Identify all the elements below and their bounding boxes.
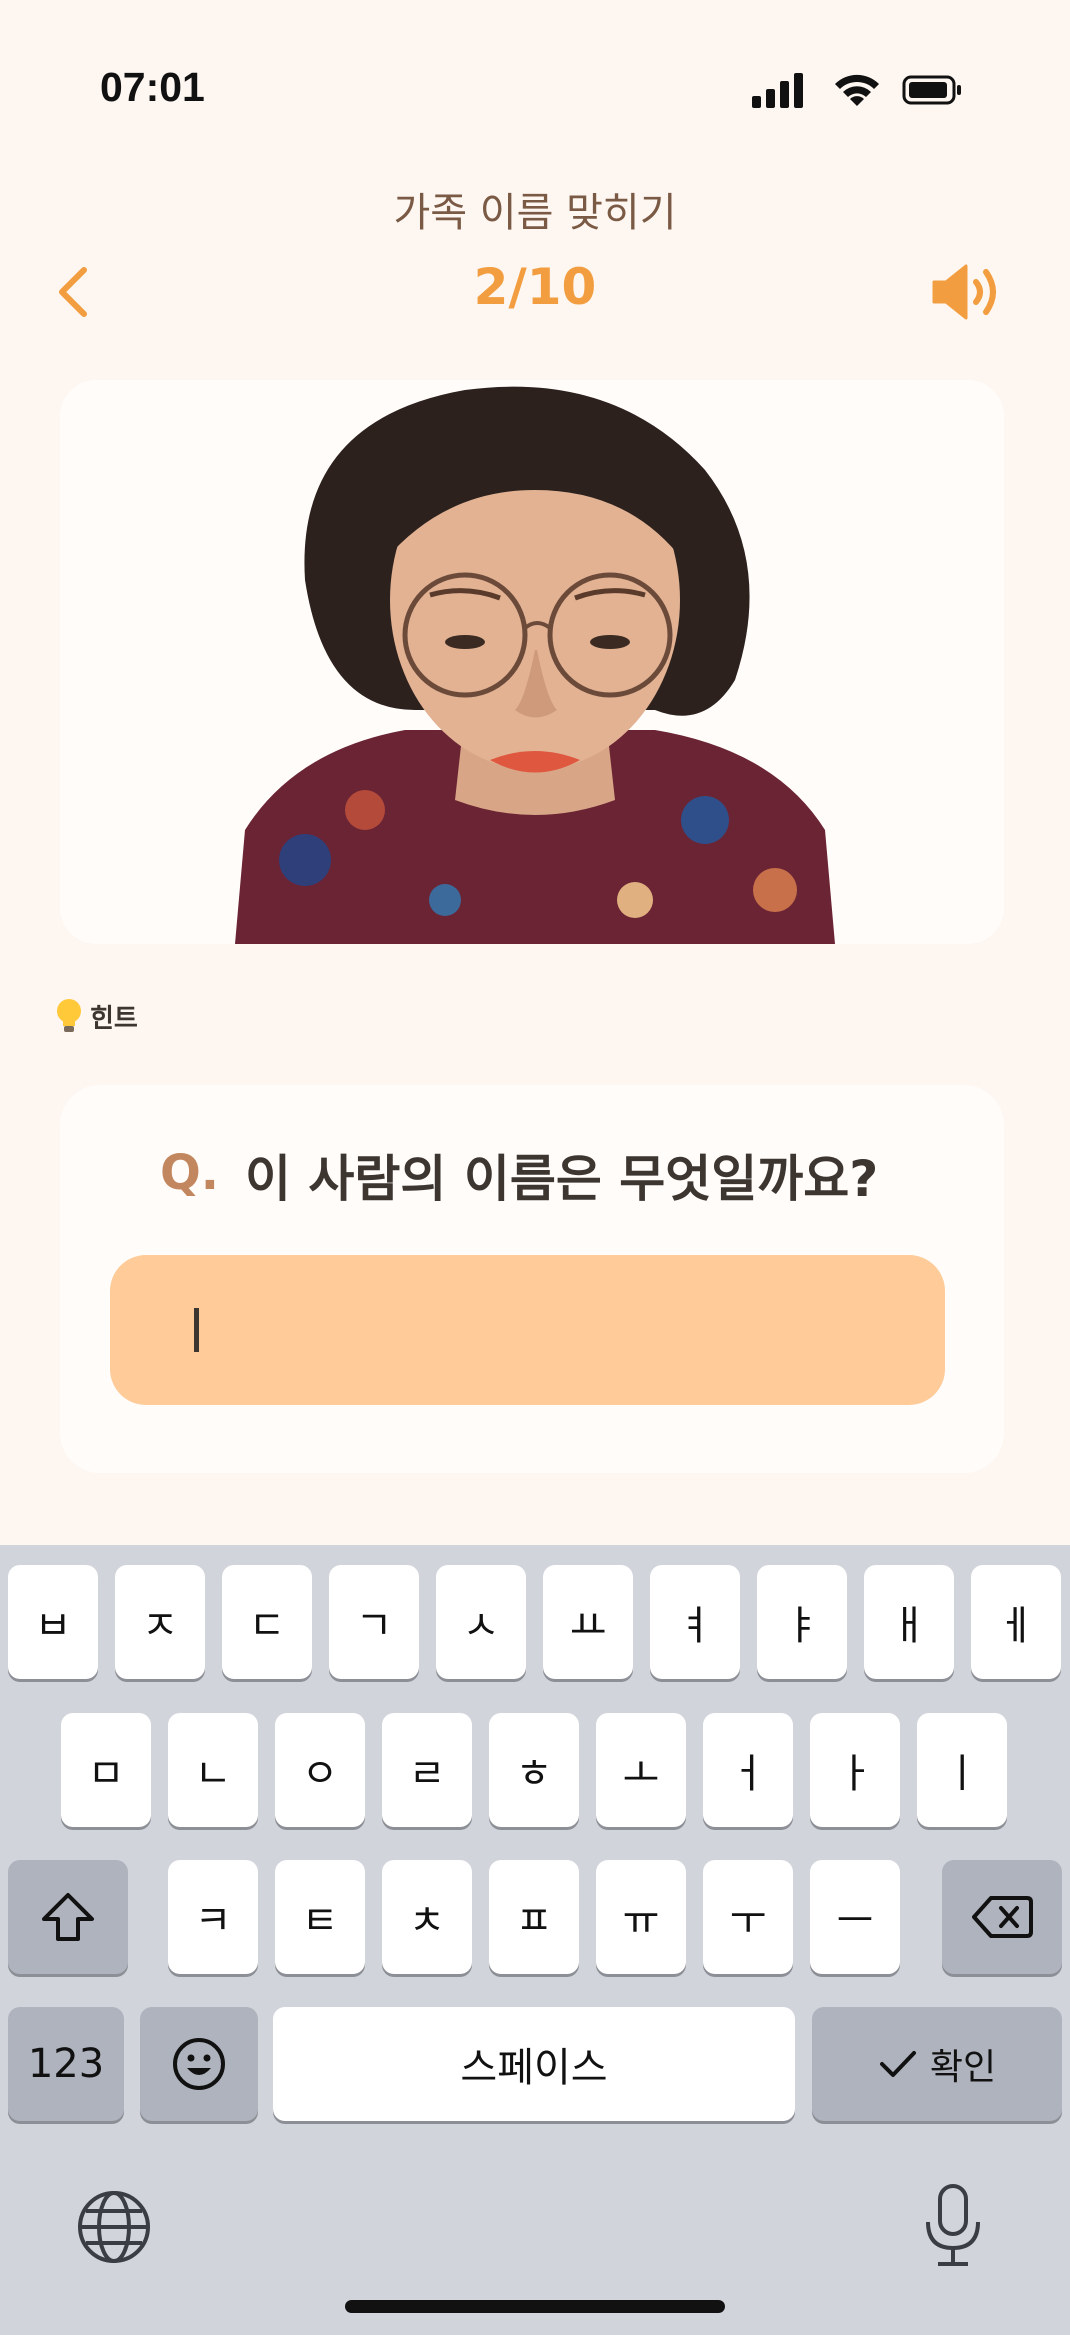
- hint-button[interactable]: 힌트: [56, 996, 138, 1036]
- hint-label: 힌트: [90, 1003, 138, 1034]
- home-indicator: [345, 2300, 725, 2313]
- key[interactable]: ㅛ: [543, 1565, 633, 1679]
- person-photo: [235, 386, 835, 944]
- key[interactable]: ㅅ: [436, 1565, 526, 1679]
- key[interactable]: ㅂ: [8, 1565, 98, 1679]
- status-bar: 07:01: [0, 0, 1070, 180]
- backspace-icon: [972, 1896, 1033, 1938]
- progress-counter: 2/10: [473, 258, 597, 316]
- key[interactable]: ㅈ: [115, 1565, 205, 1679]
- question-text: 이 사람의 이름은 무엇일까요?: [245, 1150, 879, 1208]
- key[interactable]: ㅊ: [382, 1860, 472, 1974]
- key[interactable]: ㅡ: [810, 1860, 900, 1974]
- key[interactable]: ㅕ: [650, 1565, 740, 1679]
- key[interactable]: ㅗ: [596, 1713, 686, 1827]
- answer-input[interactable]: [110, 1255, 945, 1405]
- globe-key[interactable]: [74, 2187, 154, 2267]
- confirm-key[interactable]: 확인: [812, 2007, 1062, 2121]
- shift-key[interactable]: [8, 1860, 128, 1974]
- key[interactable]: ㅓ: [703, 1713, 793, 1827]
- emoji-icon: [173, 2038, 225, 2090]
- key[interactable]: ㅁ: [61, 1713, 151, 1827]
- key[interactable]: ㅔ: [971, 1565, 1061, 1679]
- lightbulb-icon: [57, 999, 81, 1032]
- korean-keyboard: ㅂ ㅈ ㄷ ㄱ ㅅ ㅛ ㅕ ㅑ ㅐ ㅔ ㅁ ㄴ ㅇ ㄹ ㅎ ㅗ ㅓ ㅏ ㅣ ㅋ …: [0, 1545, 1070, 2335]
- globe-icon: [78, 2191, 150, 2263]
- key[interactable]: ㅠ: [596, 1860, 686, 1974]
- key[interactable]: ㅍ: [489, 1860, 579, 1974]
- wifi-icon: [835, 74, 879, 106]
- key[interactable]: ㄷ: [222, 1565, 312, 1679]
- cellular-signal-icon: [752, 73, 803, 108]
- key[interactable]: ㅏ: [810, 1713, 900, 1827]
- speaker-icon: [932, 264, 996, 320]
- emoji-key[interactable]: [140, 2007, 258, 2121]
- key[interactable]: ㅣ: [917, 1713, 1007, 1827]
- microphone-key[interactable]: [920, 2182, 986, 2270]
- battery-icon: [902, 75, 961, 105]
- key[interactable]: ㅋ: [168, 1860, 258, 1974]
- key[interactable]: ㅜ: [703, 1860, 793, 1974]
- key[interactable]: ㄹ: [382, 1713, 472, 1827]
- key[interactable]: ㅇ: [275, 1713, 365, 1827]
- screen-title: 가족 이름 맞히기: [393, 190, 677, 236]
- backspace-key[interactable]: [942, 1860, 1062, 1974]
- numbers-key[interactable]: 123: [8, 2007, 124, 2121]
- shift-arrow-icon: [42, 1893, 94, 1941]
- key[interactable]: ㄴ: [168, 1713, 258, 1827]
- status-time: 07:01: [100, 64, 205, 110]
- question-card: Q. 이 사람의 이름은 무엇일까요?: [60, 1085, 1004, 1473]
- text-caret: [194, 1308, 199, 1352]
- key[interactable]: ㄱ: [329, 1565, 419, 1679]
- photo-card: [60, 380, 1004, 944]
- key[interactable]: ㅌ: [275, 1860, 365, 1974]
- checkmark-icon: [879, 2051, 916, 2077]
- microphone-icon: [926, 2184, 980, 2266]
- sound-button[interactable]: [930, 260, 1010, 324]
- key[interactable]: ㅐ: [864, 1565, 954, 1679]
- space-key[interactable]: 스페이스: [273, 2007, 795, 2121]
- key[interactable]: ㅑ: [757, 1565, 847, 1679]
- question-marker: Q.: [160, 1145, 220, 1201]
- key[interactable]: ㅎ: [489, 1713, 579, 1827]
